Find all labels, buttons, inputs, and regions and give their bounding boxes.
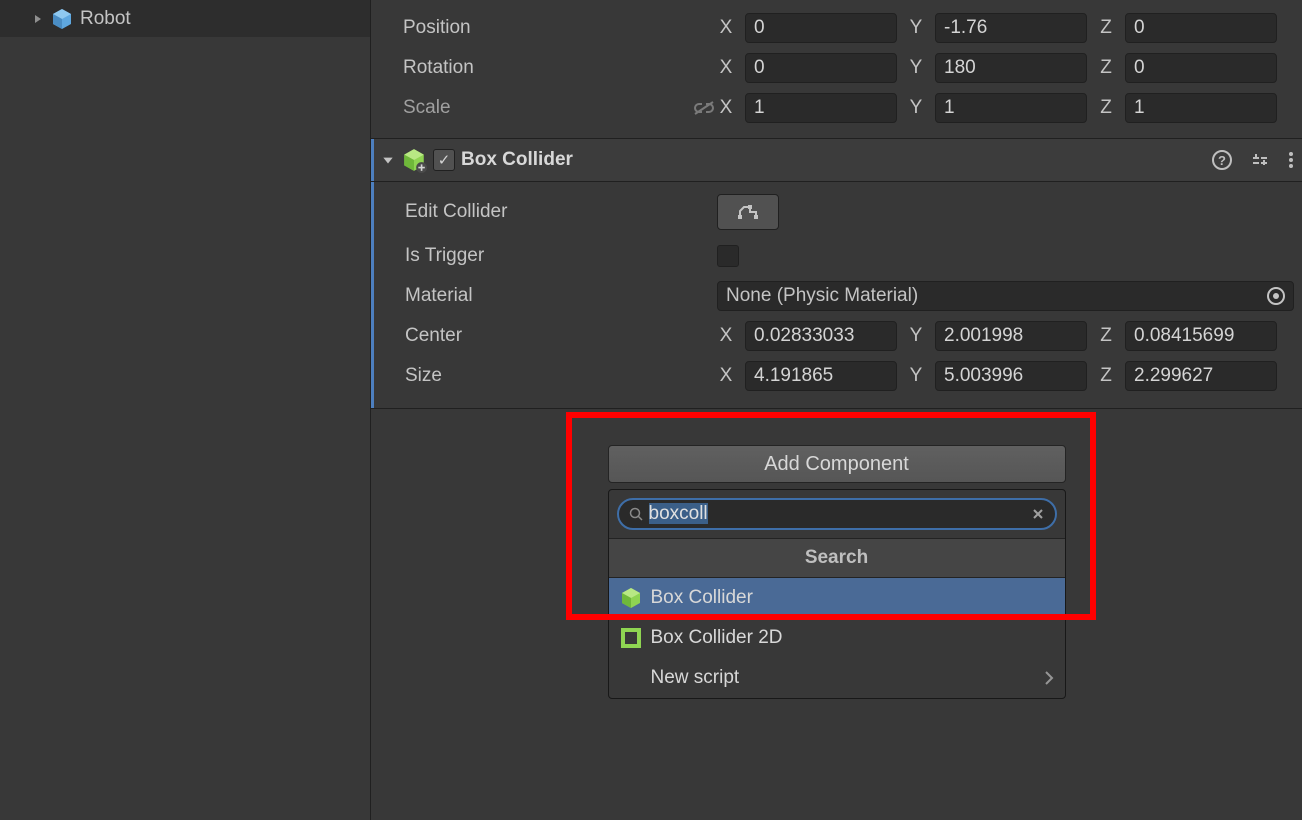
axis-y-label: Y bbox=[907, 97, 925, 119]
help-icon[interactable]: ? bbox=[1212, 150, 1232, 170]
edit-collider-label: Edit Collider bbox=[379, 201, 717, 223]
object-picker-icon[interactable] bbox=[1267, 287, 1285, 305]
center-z-input[interactable] bbox=[1125, 321, 1277, 351]
hierarchy-item-label: Robot bbox=[80, 8, 131, 30]
inspector-panel: Position X Y Z Rotation X Y Z bbox=[371, 0, 1302, 820]
foldout-icon[interactable] bbox=[32, 13, 44, 25]
constrain-proportions-icon[interactable] bbox=[691, 100, 717, 116]
center-label: Center bbox=[379, 325, 717, 347]
scale-x-input[interactable] bbox=[745, 93, 897, 123]
position-label: Position bbox=[379, 17, 717, 39]
edit-collider-button[interactable] bbox=[717, 194, 779, 230]
axis-x-label: X bbox=[717, 57, 735, 79]
axis-y-label: Y bbox=[907, 17, 925, 39]
hierarchy-item-robot[interactable]: Robot bbox=[0, 0, 370, 37]
is-trigger-label: Is Trigger bbox=[379, 245, 717, 267]
rotation-x-input[interactable] bbox=[745, 53, 897, 83]
material-label: Material bbox=[379, 285, 717, 307]
position-z-input[interactable] bbox=[1125, 13, 1277, 43]
axis-z-label: Z bbox=[1097, 325, 1115, 347]
material-field[interactable]: None (Physic Material) bbox=[717, 281, 1294, 311]
material-value: None (Physic Material) bbox=[726, 285, 918, 307]
scale-y-input[interactable] bbox=[935, 93, 1087, 123]
position-x-input[interactable] bbox=[745, 13, 897, 43]
popup-search-row: boxcoll bbox=[609, 490, 1065, 538]
component-enabled-checkbox[interactable]: ✓ bbox=[433, 149, 455, 171]
svg-text:?: ? bbox=[1218, 153, 1226, 168]
component-search-input[interactable]: boxcoll bbox=[617, 498, 1057, 530]
transform-section: Position X Y Z Rotation X Y Z bbox=[371, 0, 1302, 138]
popup-result-box-collider[interactable]: Box Collider bbox=[609, 578, 1065, 618]
modified-indicator bbox=[371, 139, 374, 181]
add-component-label: Add Component bbox=[764, 453, 909, 476]
size-y-input[interactable] bbox=[935, 361, 1087, 391]
kebab-menu-icon[interactable] bbox=[1288, 150, 1294, 170]
popup-result-box-collider-2d[interactable]: Box Collider 2D bbox=[609, 618, 1065, 658]
axis-y-label: Y bbox=[907, 325, 925, 347]
scale-z-input[interactable] bbox=[1125, 93, 1277, 123]
preset-icon[interactable] bbox=[1250, 150, 1270, 170]
center-x-input[interactable] bbox=[745, 321, 897, 351]
axis-x-label: X bbox=[717, 325, 735, 347]
rotation-y-input[interactable] bbox=[935, 53, 1087, 83]
scale-row: Scale X Y Z bbox=[379, 88, 1294, 128]
axis-x-label: X bbox=[717, 97, 735, 119]
axis-x-label: X bbox=[717, 365, 735, 387]
search-icon bbox=[629, 507, 643, 521]
popup-item-label: New script bbox=[651, 667, 740, 689]
axis-z-label: Z bbox=[1097, 57, 1115, 79]
size-x-input[interactable] bbox=[745, 361, 897, 391]
scale-label: Scale bbox=[403, 97, 691, 119]
cube-icon bbox=[50, 7, 74, 31]
chevron-right-icon bbox=[1043, 670, 1055, 686]
modified-indicator bbox=[371, 182, 374, 408]
hierarchy-panel: Robot bbox=[0, 0, 371, 820]
rotation-label: Rotation bbox=[379, 57, 717, 79]
axis-z-label: Z bbox=[1097, 97, 1115, 119]
component-title: Box Collider bbox=[461, 149, 1212, 171]
position-row: Position X Y Z bbox=[379, 8, 1294, 48]
box-collider-icon bbox=[401, 147, 427, 173]
add-component-area: Add Component boxcoll Search bbox=[371, 408, 1302, 820]
rotation-z-input[interactable] bbox=[1125, 53, 1277, 83]
axis-z-label: Z bbox=[1097, 365, 1115, 387]
square-2d-icon bbox=[619, 626, 643, 650]
search-input-value: boxcoll bbox=[649, 503, 1025, 525]
clear-search-icon[interactable] bbox=[1031, 507, 1045, 521]
box-collider-body: Edit Collider Is Trigger Material None (… bbox=[371, 182, 1302, 408]
add-component-popup: boxcoll Search Box Collider Box Collider… bbox=[608, 489, 1066, 699]
add-component-button[interactable]: Add Component bbox=[608, 445, 1066, 483]
box-collider-header[interactable]: ✓ Box Collider ? bbox=[371, 138, 1302, 182]
popup-item-label: Box Collider bbox=[651, 587, 753, 609]
is-trigger-checkbox[interactable] bbox=[717, 245, 739, 267]
popup-result-new-script[interactable]: New script bbox=[609, 658, 1065, 698]
rotation-row: Rotation X Y Z bbox=[379, 48, 1294, 88]
axis-y-label: Y bbox=[907, 57, 925, 79]
foldout-icon[interactable] bbox=[379, 153, 397, 167]
axis-x-label: X bbox=[717, 17, 735, 39]
center-y-input[interactable] bbox=[935, 321, 1087, 351]
size-label: Size bbox=[379, 365, 717, 387]
axis-z-label: Z bbox=[1097, 17, 1115, 39]
axis-y-label: Y bbox=[907, 365, 925, 387]
size-z-input[interactable] bbox=[1125, 361, 1277, 391]
position-y-input[interactable] bbox=[935, 13, 1087, 43]
popup-item-label: Box Collider 2D bbox=[651, 627, 783, 649]
cube-3d-icon bbox=[619, 586, 643, 610]
popup-search-header: Search bbox=[609, 538, 1065, 578]
